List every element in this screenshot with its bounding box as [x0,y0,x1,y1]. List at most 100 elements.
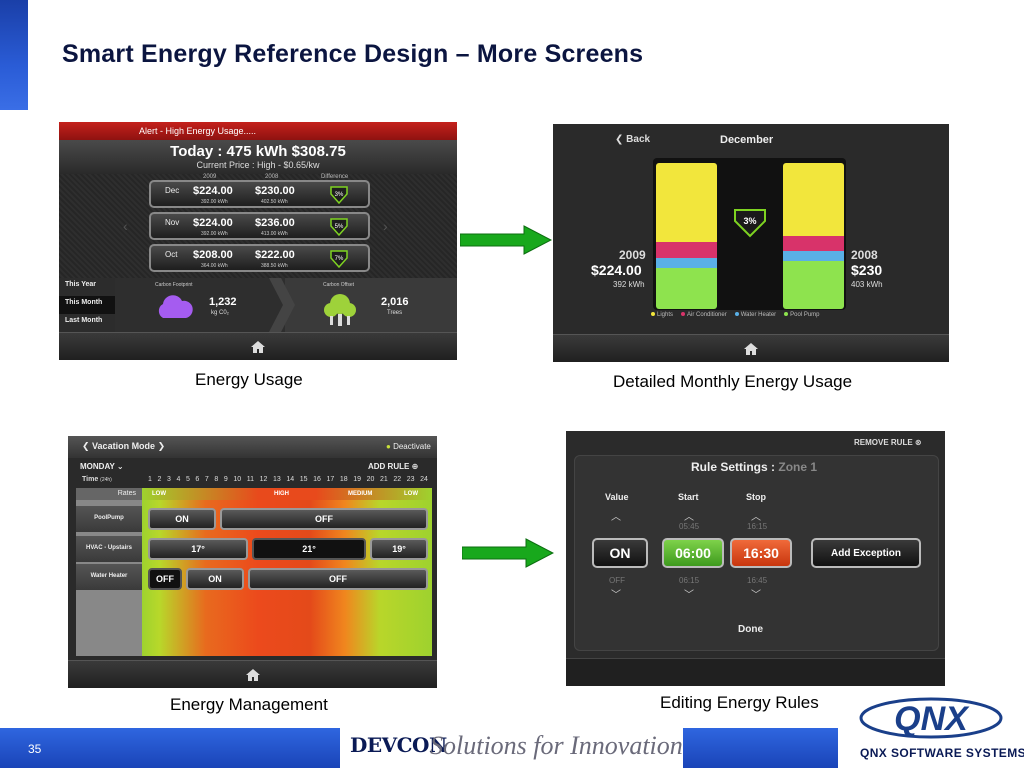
value-down-icon[interactable]: ﹀ [611,586,621,601]
hour: 18 [339,476,348,483]
right-year: 2008 [851,248,878,262]
row-2009-value: $224.00 [193,185,233,197]
start-down-icon[interactable]: ﹀ [684,586,694,601]
value-on-button[interactable]: ON [592,538,648,568]
value-up-icon[interactable]: ︿ [611,508,621,523]
hour: 15 [299,476,308,483]
hour: 19 [353,476,362,483]
back-button[interactable]: ❮ Back [615,134,650,145]
hour: 24 [420,476,428,483]
home-icon[interactable] [245,668,261,682]
menu-this-year[interactable]: This Year [59,278,115,296]
legend-dot [734,312,739,316]
prev-arrow-icon[interactable]: ‹ [123,218,128,234]
row-2008-value: $236.00 [255,217,295,229]
legend-label: Pool Pump [790,312,820,318]
hour: 6 [195,476,200,483]
month-row[interactable]: Dec $224.00 392.00 kWh $230.00 402.50 kW… [149,180,370,208]
month-row[interactable]: Oct $208.00 364.00 kWh $222.00 388.50 kW… [149,244,370,272]
rate-low: LOW [152,491,166,497]
hour: 8 [214,476,219,483]
mode-label: Vacation Mode [92,441,156,451]
schedule-grid: Rates PoolPump HVAC - Upstairs Water Hea… [76,488,432,656]
row-diff: 5% [335,224,344,230]
remove-rule-button[interactable]: REMOVE RULE ⊗ [854,438,922,447]
done-button[interactable]: Done [738,624,763,635]
water-off-segment[interactable]: OFF [148,568,182,590]
row-2009-kwh: 392.00 kWh [201,231,228,237]
down-arrow-icon: 3% [330,186,348,204]
segment-lights [656,163,717,242]
cloud-icon [158,295,193,318]
hour: 11 [246,476,255,483]
add-rule-button[interactable]: ADD RULE ⊕ [368,462,418,471]
legend-label: Air Conditioner [687,312,727,318]
caption-management: Energy Management [170,695,328,714]
legend-lights: Lights [651,312,673,318]
start-time-button[interactable]: 06:00 [662,538,724,568]
stop-time-button[interactable]: 16:30 [730,538,792,568]
legend-label: Water Heater [740,312,777,318]
pool-off-segment[interactable]: OFF [220,508,428,530]
trees-icon [324,294,356,326]
close-icon: ⊗ [914,438,922,447]
time-text: Time [82,476,99,483]
footer-band [683,728,838,768]
chevron-down-icon: ⌄ [116,462,124,471]
hour: 13 [272,476,281,483]
carbon-offset-panel: Carbon Offset 2,016 Trees [297,278,457,332]
zone-label: Zone 1 [778,460,818,474]
add-exception-button[interactable]: Add Exception [811,538,921,568]
carbon-section: This Year This Month Last Month Carbon F… [59,278,457,332]
alert-banner[interactable]: Alert - High Energy Usage..... [59,122,457,140]
segment-water-heater [656,257,717,269]
deactivate-label: Deactivate [393,442,431,451]
home-bar [68,660,437,688]
footer-band [0,728,340,768]
hour-scale: 1 2 3 4 5 6 7 8 9 10 11 12 13 14 15 16 17 18 19 20 21 22 23 24 [148,476,428,483]
pool-on-segment[interactable]: ON [148,508,216,530]
footer-bar [566,658,945,686]
row-2009-value: $208.00 [193,249,233,261]
mode-selector[interactable]: ❮ Vacation Mode ❯ [82,441,165,452]
home-icon[interactable] [743,342,759,356]
stop-down-icon[interactable]: ﹀ [751,586,761,601]
water-on-segment[interactable]: ON [186,568,244,590]
bar-2009 [656,163,717,309]
stop-next: 16:45 [747,576,768,585]
mode-next-icon: ❯ [155,441,166,451]
legend-dot [651,312,655,316]
start-up-icon[interactable]: ︿ [684,508,694,523]
value-next: OFF [609,576,625,585]
menu-this-month[interactable]: This Month [59,296,115,314]
legend: Lights Air Conditioner Water Heater Pool… [651,312,820,318]
hour: 5 [185,476,190,483]
qnx-logo-text: QNX [894,700,970,738]
water-off-segment[interactable]: OFF [248,568,428,590]
segment-lights [783,163,844,236]
home-icon[interactable] [250,340,266,354]
legend-label: Lights [657,312,674,318]
month-row[interactable]: Nov $224.00 392.00 kWh $236.00 413.00 kW… [149,212,370,240]
next-arrow-icon[interactable]: › [383,218,388,234]
remove-rule-label: REMOVE RULE [854,438,913,447]
hvac-segment-2[interactable]: 21° [252,538,366,560]
hour: 20 [366,476,375,483]
start-header: Start [678,492,699,502]
home-bar [553,334,949,362]
today-summary: Today : 475 kWh $308.75 Current Price : … [59,140,457,174]
rate-low: LOW [404,491,418,497]
day-selector[interactable]: MONDAY ⌄ [80,462,124,471]
deactivate-button[interactable]: ● Deactivate [386,442,431,451]
rule-settings-title: Rule Settings : Zone 1 [691,460,817,474]
row-month: Oct [165,250,178,259]
stop-up-icon[interactable]: ︿ [751,508,761,523]
row-month: Dec [165,186,180,195]
menu-last-month[interactable]: Last Month [59,314,115,332]
hvac-segment-1[interactable]: 17° [148,538,248,560]
stop-previous: 16:15 [747,522,768,531]
device-poolpump: PoolPump [76,506,142,532]
stop-header: Stop [746,492,766,502]
carbon-footprint-panel: Carbon Footprint 1,232 kg C0₂ [115,278,285,332]
hvac-segment-3[interactable]: 19° [370,538,428,560]
